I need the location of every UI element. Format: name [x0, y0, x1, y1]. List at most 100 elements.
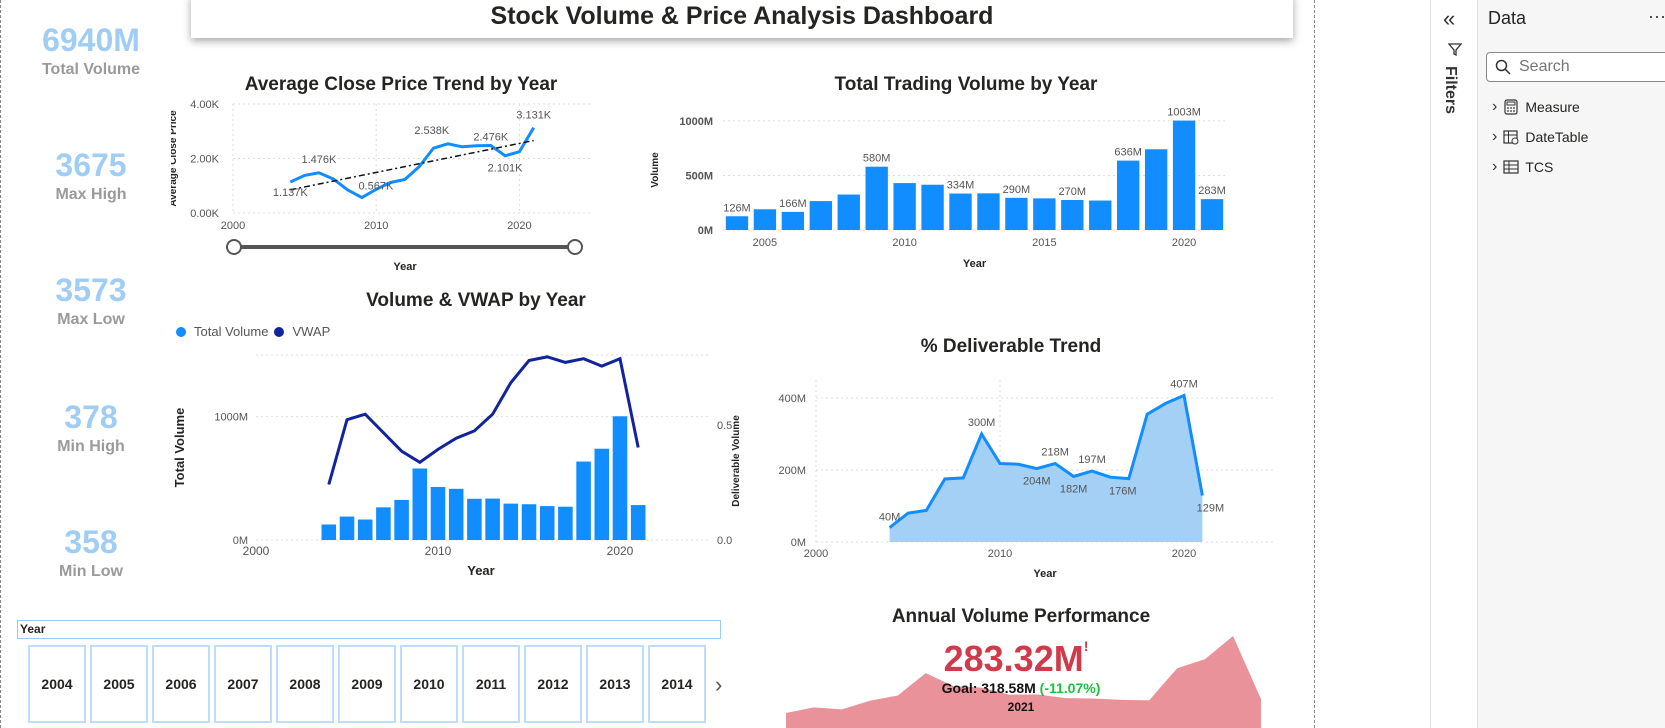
y-axis-label: Total Volume	[172, 408, 187, 488]
y-axis-label: Average Close Price	[171, 110, 179, 207]
x-tick-label: 2000	[804, 548, 828, 560]
kpi-value: 6940M	[42, 22, 140, 58]
kpi-total-volume[interactable]: 6940M Total Volume	[1, 22, 181, 79]
year-tile-2006[interactable]: 2006	[152, 645, 210, 723]
data-label: 40M	[879, 512, 900, 524]
year-tile-2004[interactable]: 2004	[28, 645, 86, 723]
x-tick-label: 2005	[753, 237, 777, 249]
year-tile-2013[interactable]: 2013	[586, 645, 644, 723]
volume-vwap-chart[interactable]: 0M1000MTotal VolumeYear2000 2010 20200.50.…	[171, 345, 741, 585]
range-slider-handle-start[interactable]	[226, 239, 242, 255]
chevron-right-icon[interactable]: ›	[715, 672, 722, 698]
filters-label[interactable]: Filters	[1441, 66, 1459, 114]
year-tile-2011[interactable]: 2011	[462, 645, 520, 723]
data-pane: Data ··· › Measure › DateTable › TCS	[1477, 0, 1665, 728]
chart-title-vwap: Volume & VWAP by Year	[366, 290, 586, 311]
y-axis-label: Volume	[650, 152, 661, 188]
volume-bar	[339, 516, 355, 540]
deliverable-trend-chart[interactable]: 0M200M400M2000 2010 2020Deliverable Volume…	[731, 370, 1291, 585]
year-tile-2008[interactable]: 2008	[276, 645, 334, 723]
chevron-right-icon[interactable]: ›	[1492, 128, 1497, 146]
volume-bar	[521, 504, 537, 540]
y-tick-label: 0M	[698, 225, 713, 237]
volume-bar	[1005, 197, 1028, 230]
kpi-value: 3675	[55, 147, 127, 183]
warning-icon: !	[1083, 638, 1089, 654]
x-tick-label: 2000	[221, 220, 245, 232]
year-tile-2012[interactable]: 2012	[524, 645, 582, 723]
secondary-y-tick-label: 0.0	[717, 535, 732, 547]
chevron-right-icon[interactable]: ›	[1492, 158, 1497, 176]
volume-bar	[781, 211, 805, 230]
table-item-tcs[interactable]: › TCS	[1492, 158, 1553, 176]
year-tile-2010[interactable]: 2010	[400, 645, 458, 723]
volume-bar	[809, 201, 832, 230]
annual-kpi-value: 283.32M!	[901, 638, 1131, 680]
x-tick-label: 2010	[988, 548, 1012, 560]
year-tile-2007[interactable]: 2007	[214, 645, 272, 723]
x-tick-label: 2020	[1172, 237, 1196, 249]
kpi-min-low[interactable]: 358 Min Low	[1, 524, 181, 581]
table-label: TCS	[1525, 159, 1554, 175]
volume-bar	[977, 193, 1000, 230]
data-label: 182M	[1060, 483, 1088, 495]
data-label: 197M	[1078, 454, 1106, 466]
year-tile-2005[interactable]: 2005	[90, 645, 148, 723]
kpi-label: Max High	[55, 186, 127, 203]
x-tick-label: 2020	[507, 220, 531, 232]
volume-bar	[1144, 149, 1168, 230]
volume-bar	[576, 461, 591, 540]
table-item-datetable[interactable]: › DateTable	[1492, 128, 1588, 146]
year-tile-2009[interactable]: 2009	[338, 645, 396, 723]
volume-bar	[1200, 199, 1224, 230]
kpi-max-low[interactable]: 3573 Max Low	[1, 272, 181, 329]
data-label: 176M	[1109, 486, 1137, 498]
annual-kpi-goal: Goal: 318.58M (-11.07%)	[881, 680, 1161, 696]
data-label: 1.137K	[273, 187, 309, 199]
total-volume-chart[interactable]: 0M 500M 1000M Volume Year 126M 166M 580M 334M 290…	[641, 100, 1291, 290]
data-pane-title: Data	[1488, 8, 1527, 28]
y-tick-label: 500M	[685, 170, 713, 182]
chart-title-avg-close: Average Close Price Trend by Year	[244, 74, 558, 95]
x-tick-label: 2020	[607, 544, 634, 558]
volume-bar	[394, 499, 409, 540]
kpi-max-high[interactable]: 3675 Max High	[1, 147, 181, 204]
table-icon	[1503, 160, 1519, 174]
x-axis-label: Year	[393, 261, 417, 273]
table-item-measure[interactable]: › Measure	[1492, 98, 1580, 116]
kpi-label: Min Low	[59, 563, 123, 580]
chart-title-annual: Annual Volume Performance	[891, 606, 1151, 627]
volume-bar	[893, 183, 916, 230]
volume-bar	[612, 416, 628, 540]
x-tick-label: 2015	[1032, 237, 1056, 249]
volume-bar	[865, 166, 888, 230]
volume-bar	[837, 194, 860, 230]
y-tick-label: 400M	[778, 393, 806, 405]
year-slicer: 2004 2005 2006 2007 2008 2009 2010 2011 …	[28, 645, 706, 723]
y-tick-label: 4.00K	[190, 100, 219, 111]
filters-pane[interactable]: « Filters	[1430, 0, 1476, 728]
year-slicer-header[interactable]: Year	[17, 620, 721, 639]
search-input[interactable]	[1519, 58, 1665, 76]
volume-bar	[467, 498, 482, 540]
table-label: Measure	[1525, 99, 1580, 115]
year-tile-2014[interactable]: 2014	[648, 645, 706, 723]
data-label: 636M	[1114, 147, 1142, 159]
data-label: 290M	[1003, 184, 1031, 196]
x-tick-label: 2020	[1172, 548, 1196, 560]
kpi-min-high[interactable]: 378 Min High	[1, 399, 181, 456]
search-icon	[1495, 59, 1511, 75]
vwap-line	[327, 355, 640, 485]
y-tick-label: 1000M	[679, 116, 713, 128]
avg-close-price-chart[interactable]: 0.00K 2.00K 4.00K 2000 2010 2020 Average Close…	[171, 100, 641, 295]
range-slider-handle-end[interactable]	[567, 239, 583, 255]
more-options-icon[interactable]: ···	[1648, 6, 1665, 27]
volume-bar	[357, 519, 373, 540]
chart-title-deliverable: % Deliverable Trend	[920, 336, 1102, 357]
legend-label: VWAP	[292, 324, 331, 339]
data-search-box[interactable]	[1486, 52, 1665, 82]
chevron-right-icon[interactable]: ›	[1492, 98, 1497, 116]
collapse-pane-icon[interactable]: «	[1443, 6, 1455, 32]
x-axis-label: Year	[467, 563, 494, 578]
report-canvas: Stock Volume & Price Analysis Dashboard …	[0, 0, 1315, 728]
